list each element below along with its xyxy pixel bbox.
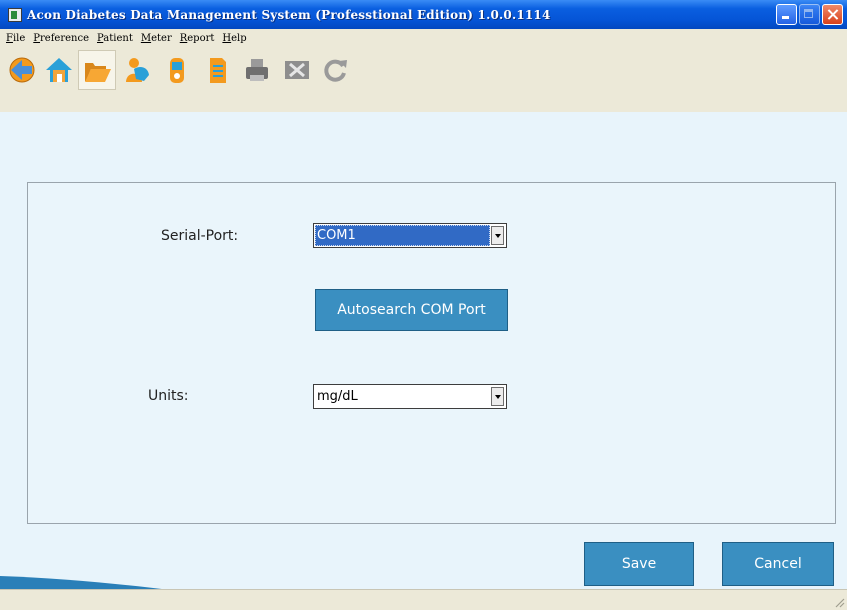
back-arrow-icon bbox=[9, 57, 35, 83]
printer-icon bbox=[246, 59, 268, 81]
meter-icon bbox=[170, 58, 184, 83]
patient-button[interactable] bbox=[118, 50, 156, 90]
settings-panel: Serial-Port: COM1 Autosearch COM Port Un… bbox=[27, 182, 836, 524]
home-button[interactable] bbox=[40, 50, 78, 90]
excel-export-icon bbox=[285, 61, 309, 79]
back-button[interactable] bbox=[2, 50, 40, 90]
title-bar[interactable]: Acon Diabetes Data Management System (Pr… bbox=[0, 0, 847, 29]
menu-preference[interactable]: Preference bbox=[33, 33, 89, 44]
menu-meter[interactable]: Meter bbox=[141, 33, 172, 44]
minimize-button[interactable] bbox=[776, 4, 797, 25]
maximize-button[interactable] bbox=[799, 4, 820, 25]
print-button[interactable] bbox=[238, 50, 276, 90]
serial-port-value: COM1 bbox=[315, 225, 490, 246]
autosearch-com-port-button[interactable]: Autosearch COM Port bbox=[315, 289, 508, 331]
cancel-button[interactable]: Cancel bbox=[722, 542, 834, 586]
refresh-icon bbox=[324, 59, 347, 82]
app-icon bbox=[8, 7, 22, 22]
units-label: Units: bbox=[148, 388, 189, 404]
menu-patient[interactable]: Patient bbox=[97, 33, 133, 44]
report-button[interactable] bbox=[198, 50, 236, 90]
main-area: Serial-Port: COM1 Autosearch COM Port Un… bbox=[0, 112, 847, 590]
refresh-button[interactable] bbox=[316, 50, 354, 90]
resize-grip-icon[interactable] bbox=[833, 596, 845, 608]
serial-port-label: Serial-Port: bbox=[161, 228, 239, 244]
save-button[interactable]: Save bbox=[584, 542, 694, 586]
menu-report[interactable]: Report bbox=[180, 33, 215, 44]
status-bar bbox=[0, 589, 847, 610]
window-controls bbox=[776, 4, 843, 25]
toolbar bbox=[0, 47, 847, 113]
app-window: Acon Diabetes Data Management System (Pr… bbox=[0, 0, 847, 610]
units-value: mg/dL bbox=[317, 389, 358, 404]
export-button[interactable] bbox=[278, 50, 316, 90]
window-title: Acon Diabetes Data Management System (Pr… bbox=[27, 7, 551, 22]
meter-button[interactable] bbox=[158, 50, 196, 90]
decorative-swoosh bbox=[0, 576, 170, 590]
menu-bar: File Preference Patient Meter Report Hel… bbox=[0, 29, 847, 47]
open-folder-icon bbox=[85, 63, 111, 82]
menu-help[interactable]: Help bbox=[222, 33, 246, 44]
close-button[interactable] bbox=[822, 4, 843, 25]
menu-file[interactable]: File bbox=[6, 33, 25, 44]
chevron-down-icon[interactable] bbox=[491, 387, 504, 406]
units-dropdown[interactable]: mg/dL bbox=[313, 384, 507, 409]
open-button[interactable] bbox=[78, 50, 116, 90]
patient-icon bbox=[126, 58, 149, 82]
serial-port-dropdown[interactable]: COM1 bbox=[313, 223, 507, 248]
chevron-down-icon[interactable] bbox=[491, 226, 504, 245]
home-icon bbox=[46, 58, 72, 82]
report-icon bbox=[210, 58, 226, 83]
